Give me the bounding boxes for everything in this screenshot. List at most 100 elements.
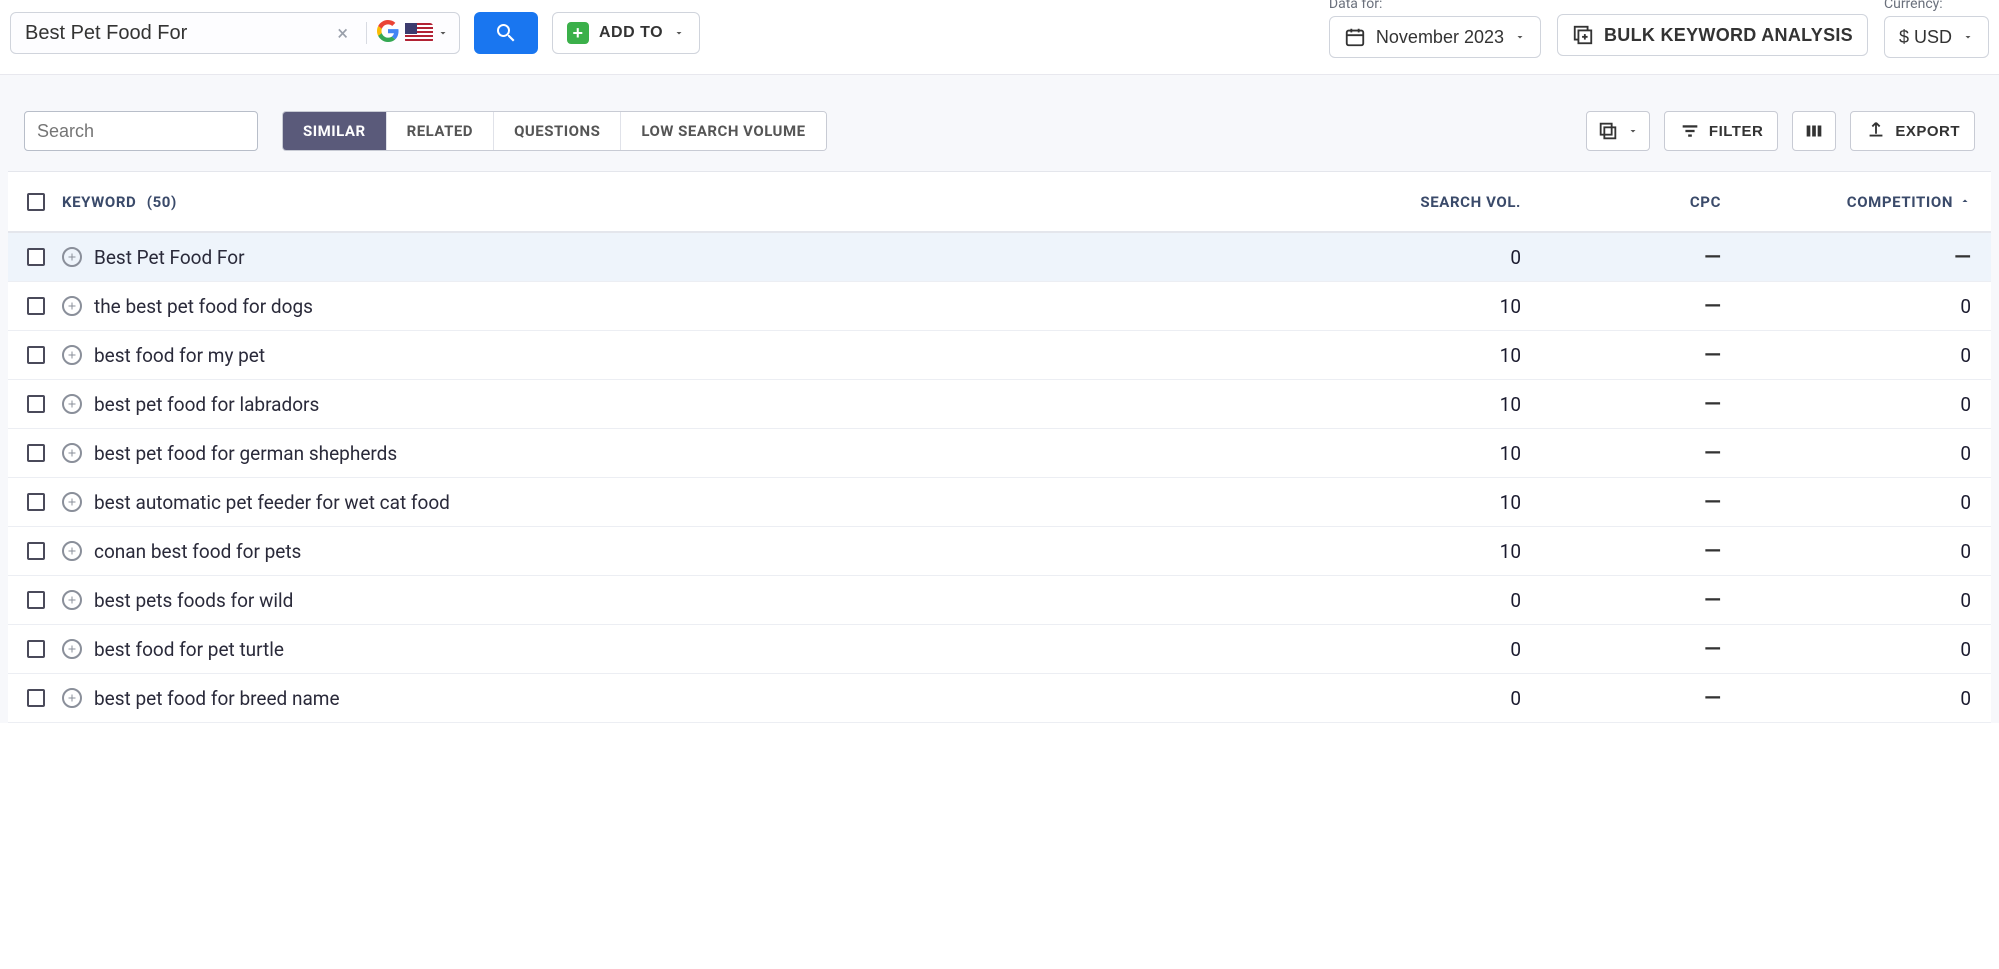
tab-group: SIMILARRELATEDQUESTIONSLOW SEARCH VOLUME (282, 111, 827, 151)
add-keyword-icon[interactable] (62, 345, 82, 365)
chevron-down-icon (1514, 31, 1526, 43)
keyword-text: best pet food for labradors (94, 393, 319, 416)
row-checkbox[interactable] (27, 444, 45, 462)
add-keyword-icon[interactable] (62, 639, 82, 659)
col-header-cpc[interactable]: CPC (1521, 193, 1721, 211)
table-row: Best Pet Food For0—— (8, 233, 1991, 282)
select-all-checkbox[interactable] (27, 193, 45, 211)
table-row: conan best food for pets 10—0 (8, 527, 1991, 576)
filter-button[interactable]: FILTER (1664, 111, 1778, 151)
col-header-searchvol[interactable]: SEARCH VOL. (1271, 193, 1521, 211)
row-checkbox[interactable] (27, 640, 45, 658)
cpc-cell: — (1521, 245, 1721, 270)
search-button[interactable] (474, 12, 538, 54)
search-vol-cell: 0 (1271, 638, 1521, 661)
keyword-text: best automatic pet feeder for wet cat fo… (94, 491, 450, 514)
top-right-controls: Data for: November 2023 BULK KEYWORD ANA… (1329, 8, 1989, 58)
search-vol-cell: 10 (1271, 540, 1521, 563)
export-button[interactable]: EXPORT (1850, 111, 1975, 151)
tab-related[interactable]: RELATED (387, 112, 494, 150)
clear-search-icon[interactable]: × (337, 21, 348, 45)
locale-dropdown-icon[interactable] (437, 27, 449, 39)
cpc-cell: — (1521, 588, 1721, 613)
col-header-competition[interactable]: COMPETITION (1721, 193, 1971, 211)
add-keyword-icon[interactable] (62, 296, 82, 316)
competition-cell: 0 (1721, 393, 1971, 416)
keyword-text: conan best food for pets (94, 540, 301, 563)
search-vol-cell: 10 (1271, 393, 1521, 416)
toolbar: SIMILARRELATEDQUESTIONSLOW SEARCH VOLUME… (8, 91, 1991, 171)
add-keyword-icon[interactable] (62, 247, 82, 267)
add-keyword-icon[interactable] (62, 492, 82, 512)
search-vol-cell: 0 (1271, 589, 1521, 612)
cpc-cell: — (1521, 637, 1721, 662)
table-row: best food for pet turtle 0—0 (8, 625, 1991, 674)
bulk-icon (1572, 24, 1594, 46)
competition-cell: 0 (1721, 638, 1971, 661)
tab-questions[interactable]: QUESTIONS (494, 112, 621, 150)
competition-cell: 0 (1721, 442, 1971, 465)
tab-low-search-volume[interactable]: LOW SEARCH VOLUME (621, 112, 825, 150)
row-checkbox[interactable] (27, 493, 45, 511)
search-vol-cell: 10 (1271, 295, 1521, 318)
keyword-text: best food for pet turtle (94, 638, 284, 661)
row-checkbox[interactable] (27, 346, 45, 364)
keyword-text: best pet food for german shepherds (94, 442, 397, 465)
keyword-text: best pets foods for wild (94, 589, 293, 612)
competition-cell: 0 (1721, 589, 1971, 612)
top-bar: × + ADD TO Data for: No (0, 0, 1999, 75)
add-to-label: ADD TO (599, 24, 663, 42)
currency-value: $ USD (1899, 27, 1952, 48)
bulk-keyword-analysis-button[interactable]: BULK KEYWORD ANALYSIS (1557, 14, 1868, 56)
row-checkbox[interactable] (27, 591, 45, 609)
export-icon (1865, 120, 1887, 142)
search-vol-cell: 10 (1271, 344, 1521, 367)
google-icon (377, 20, 405, 47)
add-keyword-icon[interactable] (62, 590, 82, 610)
add-keyword-icon[interactable] (62, 443, 82, 463)
row-checkbox[interactable] (27, 542, 45, 560)
row-checkbox[interactable] (27, 248, 45, 266)
cpc-cell: — (1521, 392, 1721, 417)
calendar-icon (1344, 26, 1366, 48)
keyword-text: the best pet food for dogs (94, 295, 313, 318)
competition-cell: 0 (1721, 344, 1971, 367)
currency-selector[interactable]: $ USD (1884, 16, 1989, 58)
cpc-cell: — (1521, 441, 1721, 466)
chevron-down-icon (1627, 125, 1639, 137)
add-keyword-icon[interactable] (62, 688, 82, 708)
copy-button[interactable] (1586, 111, 1650, 151)
competition-cell: 0 (1721, 540, 1971, 563)
date-selector[interactable]: November 2023 (1329, 16, 1541, 58)
add-keyword-icon[interactable] (62, 394, 82, 414)
filter-search-input[interactable] (37, 121, 269, 142)
keyword-text: best food for my pet (94, 344, 265, 367)
divider (366, 22, 367, 44)
date-value: November 2023 (1376, 27, 1504, 48)
row-checkbox[interactable] (27, 297, 45, 315)
table-row: best pets foods for wild 0—0 (8, 576, 1991, 625)
row-checkbox[interactable] (27, 689, 45, 707)
search-vol-cell: 0 (1271, 687, 1521, 710)
add-keyword-icon[interactable] (62, 541, 82, 561)
add-to-button[interactable]: + ADD TO (552, 12, 700, 54)
table-row: best automatic pet feeder for wet cat fo… (8, 478, 1991, 527)
columns-button[interactable] (1792, 111, 1836, 151)
data-for-label: Data for: (1329, 0, 1541, 12)
search-vol-cell: 10 (1271, 442, 1521, 465)
competition-cell: 0 (1721, 295, 1971, 318)
bulk-label: BULK KEYWORD ANALYSIS (1604, 25, 1853, 46)
col-header-keyword[interactable]: KEYWORD (50) (56, 193, 1271, 211)
keyword-search-input[interactable] (25, 22, 329, 45)
sort-asc-icon (1959, 193, 1971, 211)
search-vol-cell: 0 (1271, 246, 1521, 269)
cpc-cell: — (1521, 490, 1721, 515)
row-checkbox[interactable] (27, 395, 45, 413)
cpc-cell: — (1521, 539, 1721, 564)
table-header: KEYWORD (50) SEARCH VOL. CPC COMPETITION (8, 171, 1991, 233)
cpc-cell: — (1521, 294, 1721, 319)
chevron-down-icon (1962, 31, 1974, 43)
table-row: best pet food for breed name0—0 (8, 674, 1991, 723)
keyword-text: best pet food for breed name (94, 687, 340, 710)
tab-similar[interactable]: SIMILAR (283, 112, 387, 150)
